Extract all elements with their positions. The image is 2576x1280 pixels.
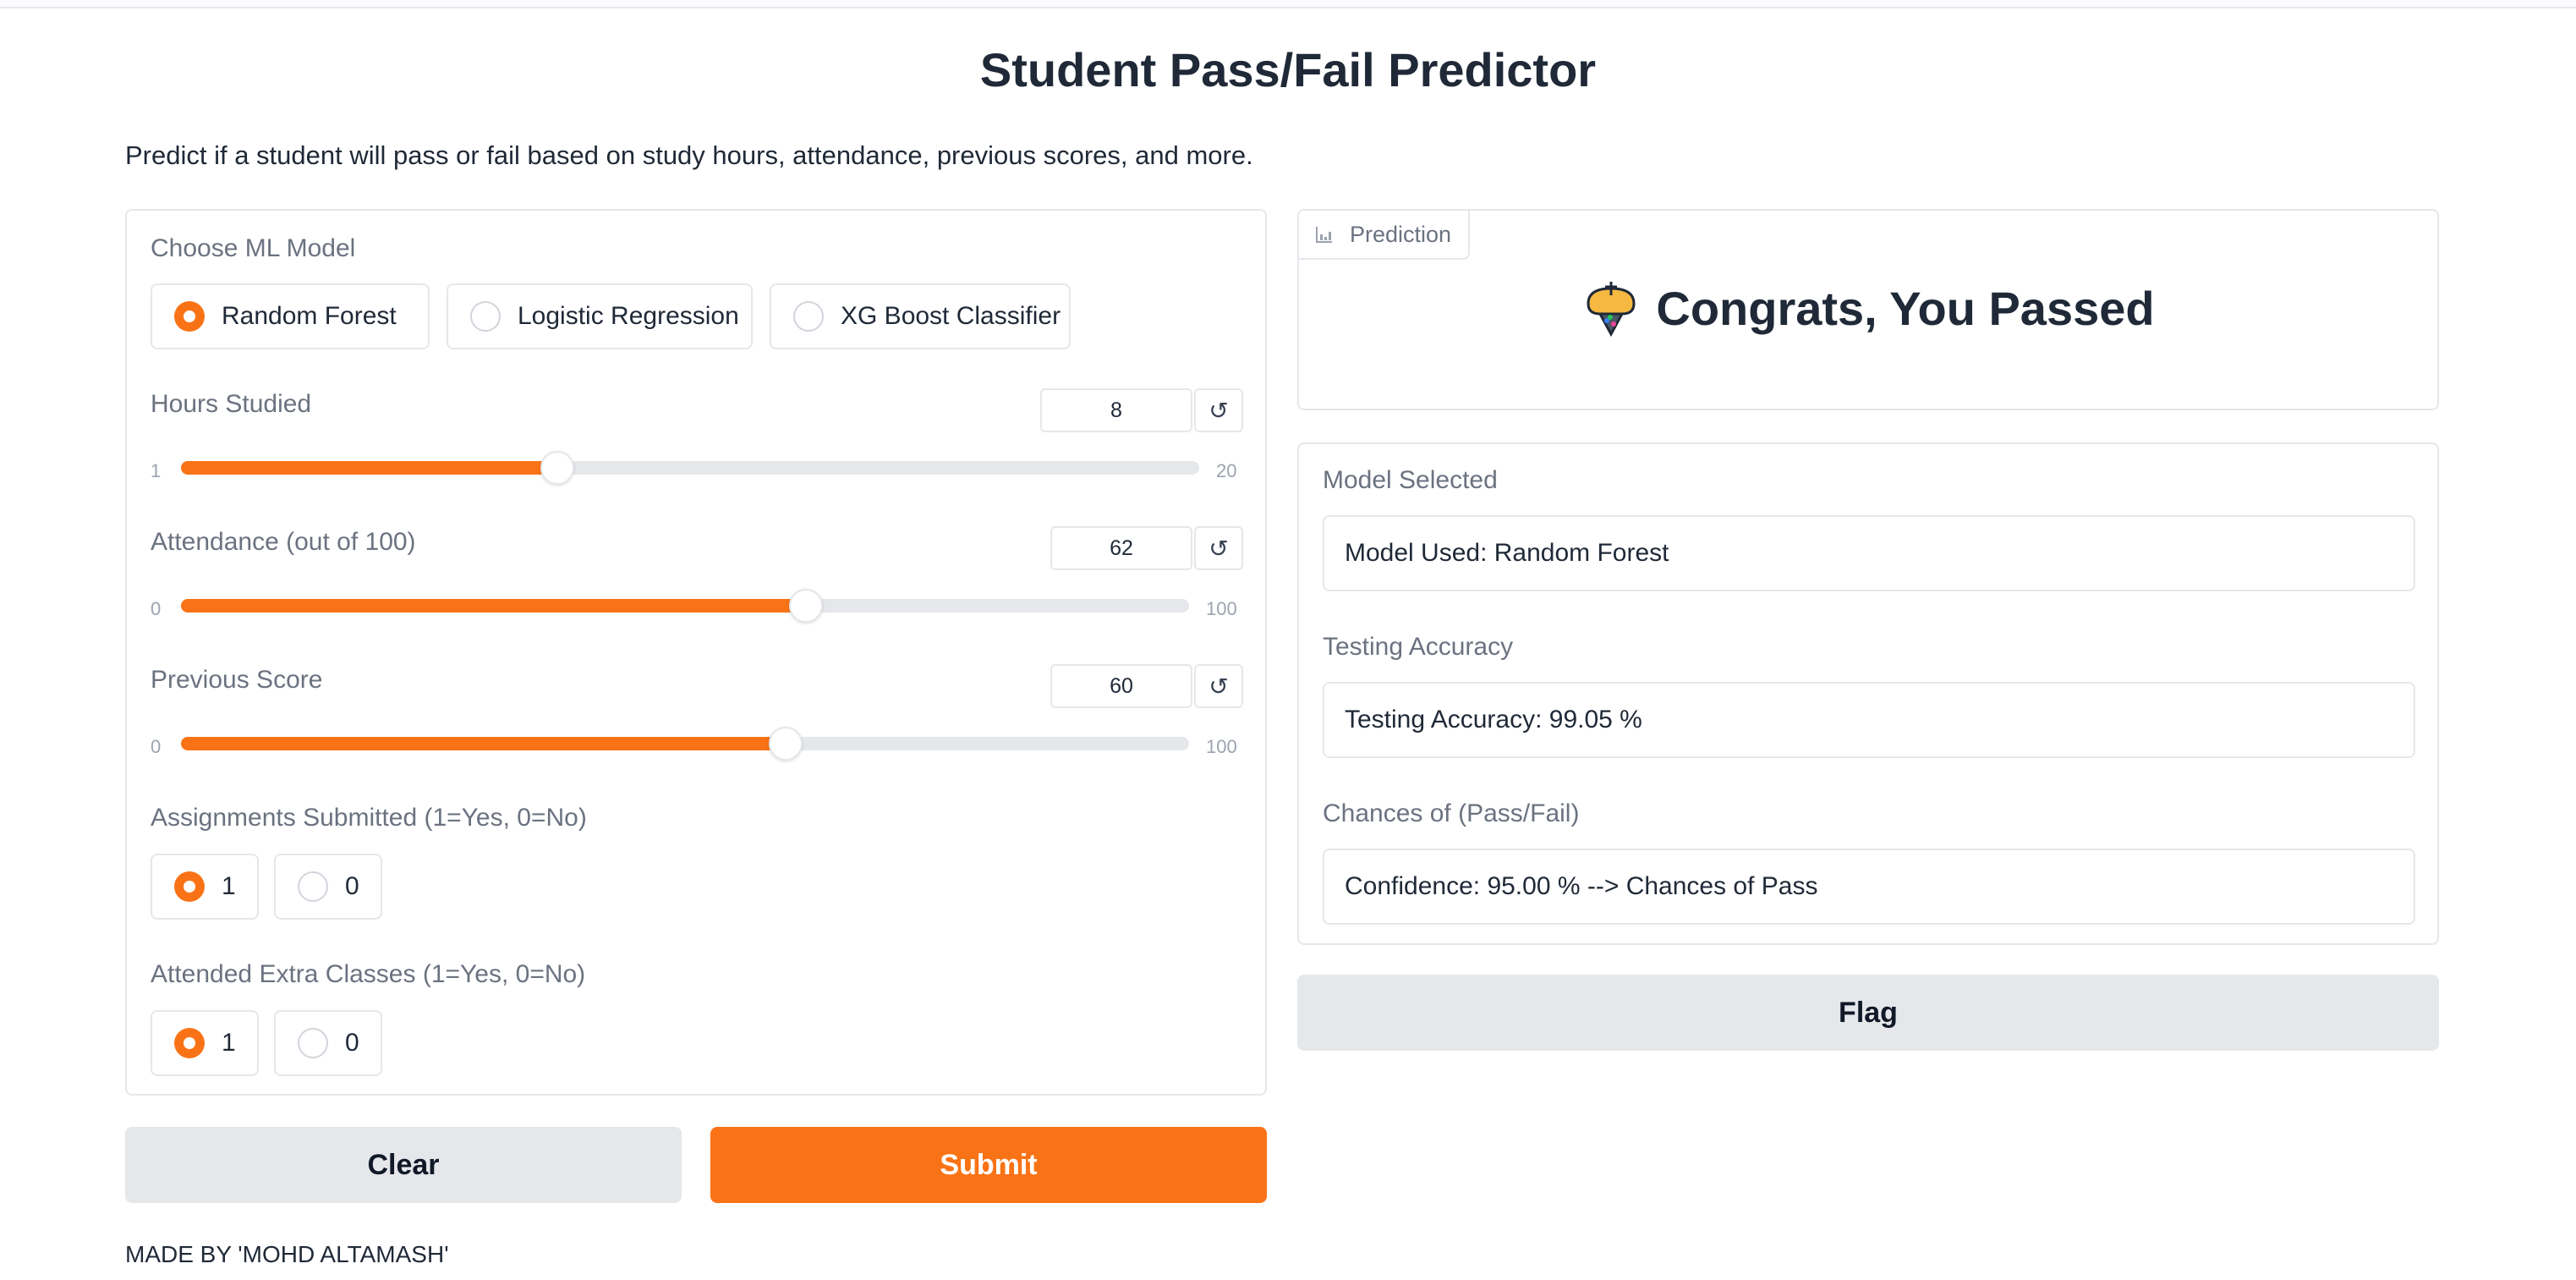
previous-score-slider[interactable]: [181, 727, 1189, 761]
radio-label: XG Boost Classifier: [841, 302, 1061, 330]
extra-classes-label: Attended Extra Classes (1=Yes, 0=No): [151, 960, 586, 988]
slider-thumb[interactable]: [540, 451, 575, 485]
footer-credit: MADE BY 'MOHD ALTAMASH': [125, 1241, 449, 1267]
previous-score-input[interactable]: 60: [1050, 664, 1192, 708]
top-border: [0, 0, 2576, 8]
radio-unselected-icon: [470, 301, 501, 332]
radio-label: 0: [345, 1029, 359, 1057]
radio-selected-icon: [174, 871, 205, 902]
page-title: Student Pass/Fail Predictor: [979, 43, 1597, 96]
radio-unselected-icon: [793, 301, 824, 332]
radio-random-forest[interactable]: Random Forest: [151, 283, 430, 349]
outputs-panel: Model Selected Model Used: Random Forest…: [1297, 442, 2439, 945]
hours-studied-input[interactable]: 8: [1040, 388, 1192, 432]
attendance-slider[interactable]: [181, 589, 1189, 623]
radio-label: 0: [345, 872, 359, 900]
prediction-result-text: Congrats, You Passed: [1656, 281, 2155, 335]
slider-min-label: 0: [151, 598, 162, 619]
input-panel: Choose ML Model Random Forest Logistic R…: [125, 209, 1267, 1096]
previous-score-label: Previous Score: [151, 666, 323, 694]
slider-max-label: 20: [1216, 460, 1237, 481]
prediction-tag-label: Prediction: [1350, 221, 1452, 247]
radio-assignments-1[interactable]: 1: [151, 854, 259, 920]
chances-label: Chances of (Pass/Fail): [1323, 799, 1580, 827]
model-selected-label: Model Selected: [1323, 466, 1498, 494]
slider-fill: [181, 737, 787, 750]
radio-extra-classes-1[interactable]: 1: [151, 1010, 259, 1076]
radio-selected-icon: [174, 301, 205, 332]
chances-output[interactable]: Confidence: 95.00 % --> Chances of Pass: [1323, 849, 2415, 925]
attendance-input[interactable]: 62: [1050, 526, 1192, 570]
slider-min-label: 0: [151, 736, 162, 757]
hours-studied-slider[interactable]: [181, 451, 1199, 485]
radio-label: Logistic Regression: [518, 302, 739, 330]
radio-assignments-0[interactable]: 0: [274, 854, 382, 920]
clear-button[interactable]: Clear: [125, 1127, 682, 1203]
radio-xg-boost[interactable]: XG Boost Classifier: [770, 283, 1071, 349]
flag-button[interactable]: Flag: [1297, 975, 2439, 1051]
slider-thumb[interactable]: [789, 589, 824, 623]
reset-icon[interactable]: ↺: [1194, 388, 1243, 432]
model-selected-output[interactable]: Model Used: Random Forest: [1323, 515, 2415, 591]
bar-chart-icon: [1316, 227, 1332, 243]
submit-button[interactable]: Submit: [710, 1127, 1267, 1203]
testing-accuracy-output[interactable]: Testing Accuracy: 99.05 %: [1323, 682, 2415, 758]
slider-fill: [181, 461, 558, 475]
page-description: Predict if a student will pass or fail b…: [125, 140, 1253, 170]
radio-label: 1: [222, 872, 236, 900]
radio-extra-classes-0[interactable]: 0: [274, 1010, 382, 1076]
assignments-label: Assignments Submitted (1=Yes, 0=No): [151, 804, 587, 832]
prediction-result: Congrats, You Passed: [1299, 278, 2437, 338]
radio-unselected-icon: [298, 871, 328, 902]
prediction-panel: Prediction Congrats, You Passed: [1297, 209, 2439, 410]
hours-studied-label: Hours Studied: [151, 390, 312, 418]
slider-thumb[interactable]: [769, 727, 803, 761]
model-choice-label: Choose ML Model: [151, 234, 356, 262]
reset-icon[interactable]: ↺: [1194, 664, 1243, 708]
radio-selected-icon: [174, 1028, 205, 1058]
radio-label: Random Forest: [222, 302, 397, 330]
radio-unselected-icon: [298, 1028, 328, 1058]
party-popper-icon: [1587, 282, 1636, 338]
reset-icon[interactable]: ↺: [1194, 526, 1243, 570]
slider-min-label: 1: [151, 460, 162, 481]
radio-label: 1: [222, 1029, 236, 1057]
slider-fill: [181, 599, 807, 613]
testing-accuracy-label: Testing Accuracy: [1323, 633, 1514, 661]
attendance-label: Attendance (out of 100): [151, 528, 416, 556]
prediction-tag: Prediction: [1299, 211, 1471, 260]
slider-max-label: 100: [1206, 736, 1237, 757]
radio-logistic-regression[interactable]: Logistic Regression: [447, 283, 753, 349]
slider-max-label: 100: [1206, 598, 1237, 619]
